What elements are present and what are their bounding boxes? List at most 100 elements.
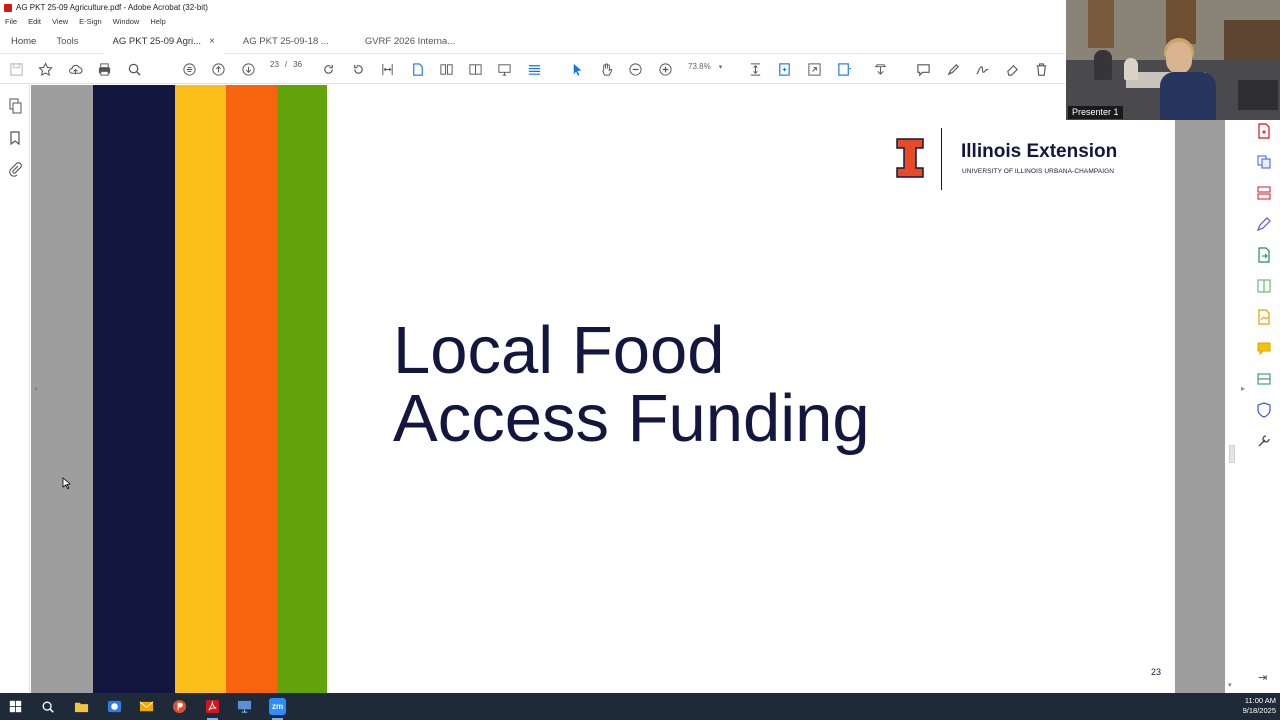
more-tools-icon[interactable] xyxy=(1256,433,1272,449)
video-chair xyxy=(1238,80,1278,110)
collapse-right-pane-icon[interactable]: ▸ xyxy=(1241,384,1245,393)
file-explorer-icon[interactable] xyxy=(73,698,90,715)
system-clock[interactable]: 11:00 AM 9/18/2025 xyxy=(1243,696,1276,716)
select-tool-icon[interactable] xyxy=(568,60,586,78)
document-viewer[interactable]: Illinois Extension UNIVERSITY OF ILLINOI… xyxy=(31,85,1225,693)
presentation-icon[interactable] xyxy=(495,60,513,78)
page-separator: / xyxy=(284,60,288,69)
combine-files-icon[interactable] xyxy=(1256,154,1272,170)
page-thumbnails-icon[interactable] xyxy=(7,98,23,114)
organize-pages-panel-icon[interactable] xyxy=(1256,185,1272,201)
next-page-icon[interactable] xyxy=(239,60,257,78)
delete-icon[interactable] xyxy=(1032,60,1050,78)
zoom-value: 73.8% xyxy=(688,62,711,71)
create-pdf-icon[interactable] xyxy=(1256,123,1272,139)
window-title: AG PKT 25-09 Agriculture.pdf - Adobe Acr… xyxy=(16,3,208,12)
logo-name: Illinois Extension xyxy=(961,141,1118,162)
video-attendee xyxy=(1124,58,1138,80)
menu-view[interactable]: View xyxy=(52,17,68,26)
slide-title-line-2: Access Funding xyxy=(393,381,870,456)
video-feed[interactable]: Presenter 1 xyxy=(1066,0,1280,120)
remote-desktop-icon[interactable] xyxy=(236,698,253,715)
browser-icon[interactable] xyxy=(106,698,123,715)
tab-document-active[interactable]: AG PKT 25-09 Agri... × xyxy=(102,28,226,54)
two-page-scroll-icon[interactable] xyxy=(437,60,455,78)
fit-page-icon[interactable] xyxy=(746,60,764,78)
video-attendee xyxy=(1094,50,1112,80)
chevron-down-icon: ▾ xyxy=(718,64,723,71)
erase-icon[interactable] xyxy=(1003,60,1021,78)
logo-subtitle: UNIVERSITY OF ILLINOIS URBANA-CHAMPAIGN xyxy=(962,168,1115,175)
tab-document-2[interactable]: AG PKT 25-09-18 ... xyxy=(233,29,339,54)
scan-ocr-icon[interactable] xyxy=(1256,371,1272,387)
tab-document-3[interactable]: GVRF 2026 Interna... xyxy=(355,29,465,54)
full-screen-icon[interactable] xyxy=(805,60,823,78)
menu-edit[interactable]: Edit xyxy=(28,17,41,26)
menu-help[interactable]: Help xyxy=(150,17,165,26)
mail-app-icon[interactable] xyxy=(138,698,155,715)
hand-tool-icon[interactable] xyxy=(597,60,615,78)
logo-divider xyxy=(941,128,942,190)
scroll-mode-icon[interactable] xyxy=(180,60,198,78)
stamp-icon[interactable] xyxy=(871,60,889,78)
print-icon[interactable] xyxy=(95,60,113,78)
attachments-icon[interactable] xyxy=(7,161,23,177)
two-page-view-icon[interactable] xyxy=(466,60,484,78)
stripe-gold xyxy=(175,85,226,693)
expand-panel-icon[interactable]: ⇥ xyxy=(1258,671,1267,684)
total-pages: 36 xyxy=(293,60,303,69)
pdf-page: Illinois Extension UNIVERSITY OF ILLINOI… xyxy=(93,85,1175,693)
export-pdf-panel-icon[interactable] xyxy=(1256,247,1272,263)
acrobat-taskbar-icon[interactable] xyxy=(204,698,221,720)
draw-signature-icon[interactable] xyxy=(973,60,991,78)
star-icon[interactable] xyxy=(36,60,54,78)
scrollbar-thumb[interactable] xyxy=(1229,445,1235,463)
menu-file[interactable]: File xyxy=(5,17,17,26)
reading-mode-icon[interactable] xyxy=(525,60,543,78)
rotate-counterclockwise-icon[interactable] xyxy=(349,60,367,78)
video-presenter-head xyxy=(1166,42,1192,74)
windows-start-icon[interactable] xyxy=(7,698,24,715)
comment-icon[interactable] xyxy=(914,60,932,78)
zoom-out-icon[interactable] xyxy=(626,60,644,78)
close-tab-icon[interactable]: × xyxy=(209,36,215,47)
request-signature-icon[interactable] xyxy=(1256,309,1272,325)
scroll-down-icon[interactable]: ▾ xyxy=(1228,681,1232,689)
save-icon[interactable] xyxy=(7,60,25,78)
powerpoint-icon[interactable] xyxy=(171,698,188,715)
fit-width-icon[interactable] xyxy=(378,60,396,78)
acrobat-window: AG PKT 25-09 Agriculture.pdf - Adobe Acr… xyxy=(0,0,1280,720)
upload-cloud-icon[interactable] xyxy=(66,60,84,78)
export-pdf-icon[interactable] xyxy=(775,60,793,78)
fill-sign-icon[interactable] xyxy=(1256,216,1272,232)
highlight-pen-icon[interactable] xyxy=(944,60,962,78)
tab-document-label: AG PKT 25-09 Agri... xyxy=(112,35,202,47)
organize-pages-icon[interactable] xyxy=(835,60,853,78)
page-navigator[interactable]: 23 / 36 xyxy=(270,60,302,69)
zoom-app-icon[interactable]: zm xyxy=(269,698,286,720)
search-icon[interactable] xyxy=(39,698,56,715)
tab-bar: Home Tools AG PKT 25-09 Agri... × AG PKT… xyxy=(0,28,1065,54)
mouse-cursor-icon xyxy=(62,477,71,489)
zoom-select[interactable]: 73.8% ▾ xyxy=(688,62,722,71)
zoom-in-icon[interactable] xyxy=(656,60,674,78)
video-presenter-body xyxy=(1160,72,1216,120)
previous-page-icon[interactable] xyxy=(209,60,227,78)
comment-panel-icon[interactable] xyxy=(1256,340,1272,356)
tab-tools[interactable]: Tools xyxy=(46,29,88,54)
search-icon[interactable] xyxy=(125,60,143,78)
menu-window[interactable]: Window xyxy=(113,17,140,26)
single-page-icon[interactable] xyxy=(408,60,426,78)
slide-page-number: 23 xyxy=(1151,667,1162,677)
edit-pdf-icon[interactable] xyxy=(1256,278,1272,294)
collapse-left-pane-icon[interactable]: ◂ xyxy=(33,384,37,393)
protect-icon[interactable] xyxy=(1256,402,1272,418)
clock-time: 11:00 AM xyxy=(1244,696,1276,705)
current-page-field[interactable]: 23 xyxy=(270,60,279,69)
stripe-orange xyxy=(226,85,277,693)
tab-home[interactable]: Home xyxy=(0,29,46,54)
rotate-clockwise-icon[interactable] xyxy=(319,60,337,78)
menu-esign[interactable]: E-Sign xyxy=(79,17,102,26)
video-participant-label: Presenter 1 xyxy=(1068,106,1123,119)
bookmarks-icon[interactable] xyxy=(7,130,23,146)
